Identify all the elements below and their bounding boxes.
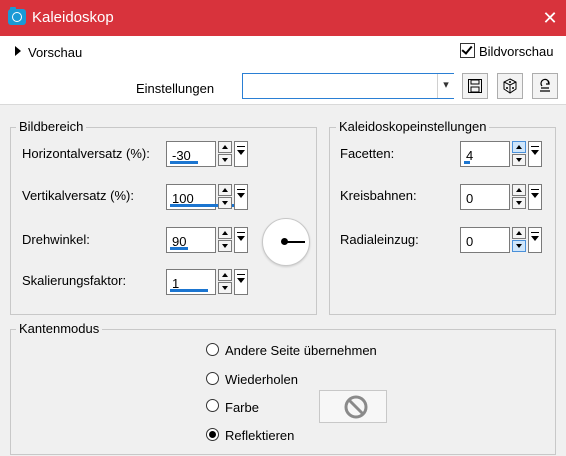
rotation-angle-input[interactable]: 90 — [166, 227, 216, 253]
radial-squeeze-spinner[interactable]: 0 — [460, 227, 544, 253]
facets-label: Facetten: — [340, 146, 395, 161]
value-bar — [170, 289, 208, 292]
divider — [0, 104, 566, 105]
preview-checkbox[interactable] — [460, 43, 475, 58]
decrement-button[interactable] — [512, 154, 526, 166]
increment-button[interactable] — [218, 141, 232, 153]
decrement-button[interactable] — [218, 240, 232, 252]
increment-button[interactable] — [512, 227, 526, 239]
value-bar — [464, 161, 470, 164]
preview-checkbox-label: Bildvorschau — [479, 44, 554, 59]
slider-dropdown-button[interactable] — [528, 141, 542, 167]
decrement-button[interactable] — [218, 154, 232, 166]
decrement-button[interactable] — [218, 197, 232, 209]
slider-dropdown-button[interactable] — [234, 269, 248, 295]
preview-toggle[interactable]: Vorschau — [28, 45, 82, 60]
radio-color-label[interactable]: Farbe — [225, 400, 259, 415]
orbits-spinner[interactable]: 0 — [460, 184, 544, 210]
save-preset-button[interactable] — [462, 73, 488, 99]
scale-factor-spinner[interactable]: 1 — [166, 269, 250, 295]
random-button[interactable] — [497, 73, 523, 99]
decrement-button[interactable] — [512, 240, 526, 252]
slider-dropdown-button[interactable] — [528, 227, 542, 253]
slider-dropdown-button[interactable] — [528, 184, 542, 210]
dial-center — [281, 238, 288, 245]
reset-button[interactable] — [532, 73, 558, 99]
radial-squeeze-value: 0 — [466, 234, 474, 249]
vertical-offset-label: Vertikalversatz (%): — [22, 188, 134, 203]
horizontal-offset-label: Horizontalversatz (%): — [22, 146, 150, 161]
increment-button[interactable] — [512, 184, 526, 196]
increment-button[interactable] — [218, 269, 232, 281]
radio-other-side-label[interactable]: Andere Seite übernehmen — [225, 343, 377, 358]
edge-mode-title: Kantenmodus — [16, 321, 103, 336]
camera-icon — [8, 7, 26, 25]
rotation-dial[interactable] — [262, 218, 310, 266]
save-icon — [468, 79, 482, 93]
expand-triangle-icon[interactable] — [15, 46, 21, 56]
reset-icon — [540, 78, 550, 92]
close-icon[interactable]: ✕ — [538, 6, 562, 30]
increment-button[interactable] — [218, 227, 232, 239]
facets-input[interactable]: 4 — [460, 141, 510, 167]
dial-pointer — [285, 241, 305, 243]
radio-color[interactable] — [206, 399, 219, 412]
slider-dropdown-button[interactable] — [234, 227, 248, 253]
dice-icon — [503, 78, 517, 94]
rotation-angle-spinner[interactable]: 90 — [166, 227, 250, 253]
chevron-down-icon[interactable]: ▾ — [437, 74, 454, 98]
radio-other-side[interactable] — [206, 343, 219, 356]
settings-combo[interactable] — [242, 73, 454, 99]
value-bar — [170, 161, 198, 164]
decrement-button[interactable] — [512, 197, 526, 209]
horizontal-offset-input[interactable]: -30 — [166, 141, 216, 167]
vertical-offset-input[interactable]: 100 — [166, 184, 248, 210]
rotation-angle-label: Drehwinkel: — [22, 232, 90, 247]
kaleido-settings-title: Kaleidoskopeinstellungen — [336, 119, 490, 134]
decrement-button[interactable] — [218, 282, 232, 294]
radio-reflect[interactable] — [206, 428, 219, 441]
window-title: Kaleidoskop — [32, 9, 114, 26]
orbits-input[interactable]: 0 — [460, 184, 510, 210]
slider-dropdown-button[interactable] — [234, 141, 248, 167]
value-bar — [170, 247, 188, 250]
radial-squeeze-label: Radialeinzug: — [340, 232, 419, 247]
radio-repeat-label[interactable]: Wiederholen — [225, 372, 298, 387]
no-color-icon — [344, 395, 368, 419]
vertical-offset-spinner[interactable]: 100 — [166, 184, 250, 210]
increment-button[interactable] — [512, 141, 526, 153]
slider-dropdown-button[interactable] — [234, 184, 248, 210]
increment-button[interactable] — [218, 184, 232, 196]
scale-factor-label: Skalierungsfaktor: — [22, 273, 127, 288]
horizontal-offset-spinner[interactable]: -30 — [166, 141, 250, 167]
settings-label: Einstellungen — [136, 81, 215, 96]
facets-spinner[interactable]: 4 — [460, 141, 544, 167]
edge-color-swatch[interactable] — [319, 390, 387, 423]
orbits-value: 0 — [466, 191, 474, 206]
scale-factor-input[interactable]: 1 — [166, 269, 216, 295]
radio-repeat[interactable] — [206, 372, 219, 385]
radial-squeeze-input[interactable]: 0 — [460, 227, 510, 253]
orbits-label: Kreisbahnen: — [340, 188, 417, 203]
bildbereich-title: Bildbereich — [16, 119, 87, 134]
radio-reflect-label[interactable]: Reflektieren — [225, 428, 294, 443]
